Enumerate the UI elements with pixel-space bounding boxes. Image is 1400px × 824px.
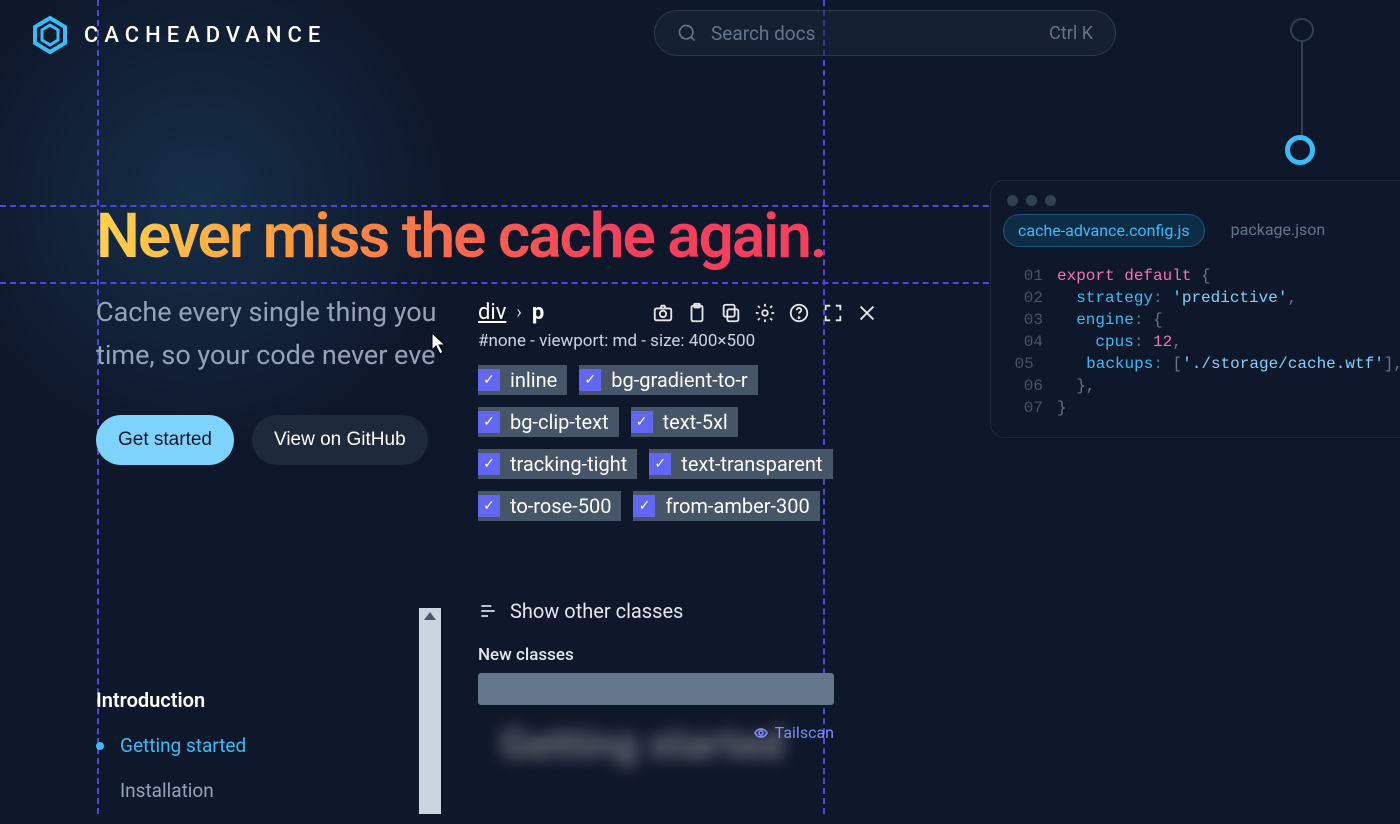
header: CACHEADVANCE Search docs Ctrl K [0,0,1400,70]
checkbox-icon[interactable]: ✓ [631,411,653,433]
code-line: 04 cpus: 12, [991,331,1400,353]
class-label: from-amber-300 [655,491,819,521]
class-label: inline [500,365,567,395]
code-line: 01export default { [991,265,1400,287]
inspector-meta: #none - viewport: md - size: 400×500 [478,331,878,351]
code-line: 05 backups: ['./storage/cache.wtf'], [991,353,1400,375]
hero-title: Never miss the cache again. [96,200,825,273]
checkbox-icon[interactable]: ✓ [649,453,671,475]
show-other-classes[interactable]: Show other classes [478,599,878,623]
sidebar-item-label: Installation [120,779,214,802]
class-label: to-rose-500 [500,491,621,521]
new-classes-label: New classes [478,645,878,665]
new-classes-input[interactable] [478,673,834,705]
class-chip[interactable]: ✓inline [478,365,567,395]
window-controls [991,181,1400,214]
list-icon [478,601,498,621]
close-icon[interactable] [856,302,878,324]
sidebar-item-getting-started[interactable]: Getting started [96,734,246,757]
class-chip[interactable]: ✓from-amber-300 [633,491,819,521]
logo-icon [30,15,70,55]
help-icon[interactable] [788,302,810,324]
tailscan-icon [753,725,769,741]
tailscan-brand[interactable]: Tailscan [478,723,834,742]
breadcrumb-div[interactable]: div [478,300,506,325]
code-tabs: cache-advance.config.js package.json [991,214,1400,259]
class-chip[interactable]: ✓bg-clip-text [478,407,619,437]
checkbox-icon[interactable]: ✓ [579,369,601,391]
checkbox-icon[interactable]: ✓ [478,411,500,433]
clipboard-icon[interactable] [686,302,708,324]
class-chip[interactable]: ✓text-5xl [631,407,738,437]
class-chip[interactable]: ✓to-rose-500 [478,491,621,521]
breadcrumb-p[interactable]: p [532,300,544,325]
mouse-cursor-icon [431,332,449,356]
checkbox-icon[interactable]: ✓ [478,495,500,517]
class-chip[interactable]: ✓bg-gradient-to-r [579,365,757,395]
get-started-button[interactable]: Get started [96,415,234,465]
expand-icon[interactable] [822,302,844,324]
search-placeholder: Search docs [711,22,1035,45]
class-label: text-transparent [671,449,832,479]
class-label: tracking-tight [500,449,637,479]
search-shortcut: Ctrl K [1049,23,1093,44]
sidebar-item-label: Getting started [120,734,246,757]
checkbox-icon[interactable]: ✓ [478,369,500,391]
code-tab[interactable]: package.json [1217,214,1340,247]
code-tab-active[interactable]: cache-advance.config.js [1003,214,1205,247]
active-dot-icon [96,742,104,750]
checkbox-icon[interactable]: ✓ [478,453,500,475]
class-label: bg-clip-text [500,407,619,437]
class-chip[interactable]: ✓text-transparent [649,449,832,479]
code-window: cache-advance.config.js package.json 01e… [990,180,1400,438]
scrollbar[interactable] [419,608,441,814]
search-input[interactable]: Search docs Ctrl K [654,10,1116,56]
code-line: 03 engine: { [991,309,1400,331]
code-body: 01export default {02 strategy: 'predicti… [991,259,1400,437]
gear-icon[interactable] [754,302,776,324]
class-list: ✓inline✓bg-gradient-to-r✓bg-clip-text✓te… [478,365,878,521]
class-chip[interactable]: ✓tracking-tight [478,449,637,479]
code-line: 06 }, [991,375,1400,397]
chevron-right-icon: › [516,302,521,323]
sidebar-item-installation[interactable]: Installation [96,779,246,802]
code-line: 02 strategy: 'predictive', [991,287,1400,309]
camera-icon[interactable] [652,302,674,324]
class-label: bg-gradient-to-r [601,365,757,395]
logo[interactable]: CACHEADVANCE [30,15,326,55]
class-label: text-5xl [653,407,738,437]
view-github-button[interactable]: View on GitHub [252,415,428,465]
brand-name: CACHEADVANCE [84,23,326,48]
inspector-toolbar [652,302,878,324]
inspector-breadcrumb: div › p [478,300,878,325]
sidebar-heading: Introduction [96,688,246,712]
sidebar: Introduction Getting started Installatio… [96,688,246,824]
code-line: 07} [991,397,1400,419]
inspector-panel: div › p #none - viewport: md - size: 400… [478,300,878,742]
search-icon [677,23,697,43]
checkbox-icon[interactable]: ✓ [633,495,655,517]
decor-circles [1240,0,1400,180]
copy-icon[interactable] [720,302,742,324]
